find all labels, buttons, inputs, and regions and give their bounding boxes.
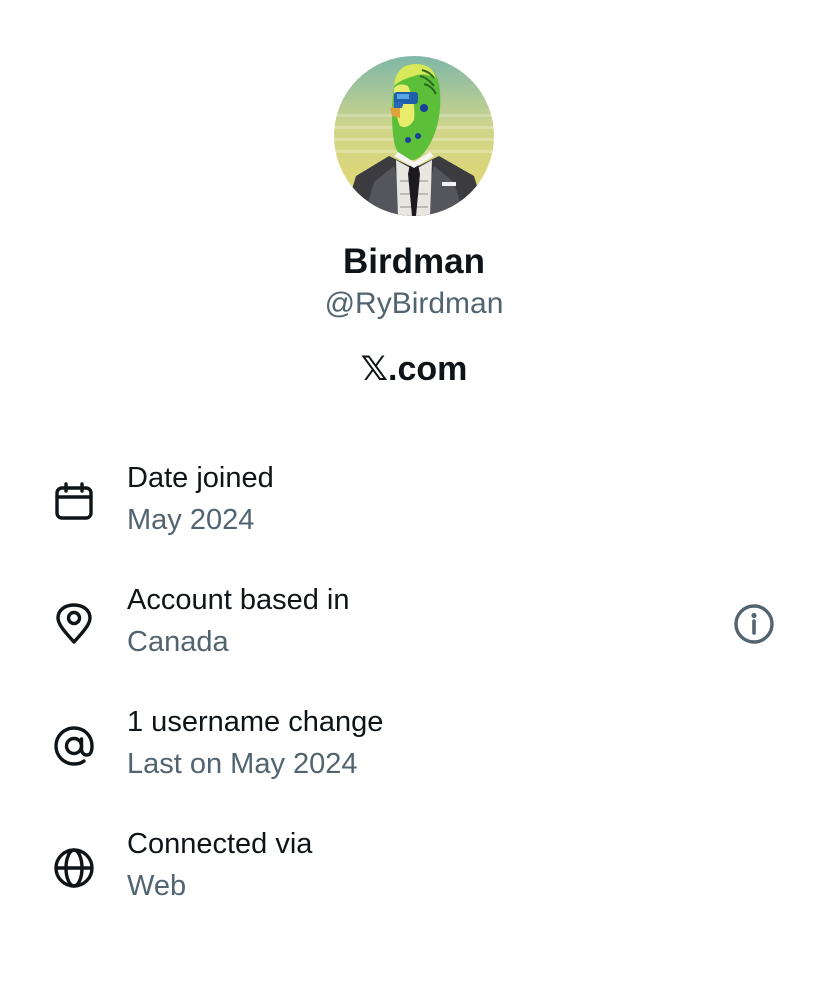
location-pin-icon <box>52 602 96 646</box>
detail-value: Canada <box>127 626 229 658</box>
username-handle: @RyBirdman <box>324 287 504 320</box>
site-link[interactable]: 𝕏 .com <box>0 346 828 392</box>
globe-icon <box>52 846 96 890</box>
detail-title: 1 username change <box>127 706 384 738</box>
at-sign-icon <box>52 724 96 768</box>
avatar[interactable] <box>334 56 494 216</box>
detail-title: Connected via <box>127 828 313 860</box>
detail-value: Last on May 2024 <box>127 748 358 780</box>
detail-row-account-based-in: Account based in Canada <box>0 580 828 670</box>
detail-value: Web <box>127 870 187 902</box>
detail-title: Date joined <box>127 462 274 494</box>
display-name: Birdman <box>343 242 485 281</box>
about-account-page: Birdman @RyBirdman 𝕏 .com Date joined May… <box>0 0 828 988</box>
site-domain-suffix: .com <box>388 350 468 388</box>
detail-title: Account based in <box>127 584 350 616</box>
detail-row-date-joined: Date joined May 2024 <box>0 458 828 548</box>
detail-value: May 2024 <box>127 504 255 536</box>
detail-row-connected-via: Connected via Web <box>0 824 828 914</box>
avatar-image <box>334 56 494 216</box>
calendar-icon <box>52 480 96 524</box>
detail-row-username-change: 1 username change Last on May 2024 <box>0 702 828 792</box>
x-logo-icon: 𝕏 <box>360 349 389 389</box>
info-icon[interactable] <box>732 602 776 646</box>
